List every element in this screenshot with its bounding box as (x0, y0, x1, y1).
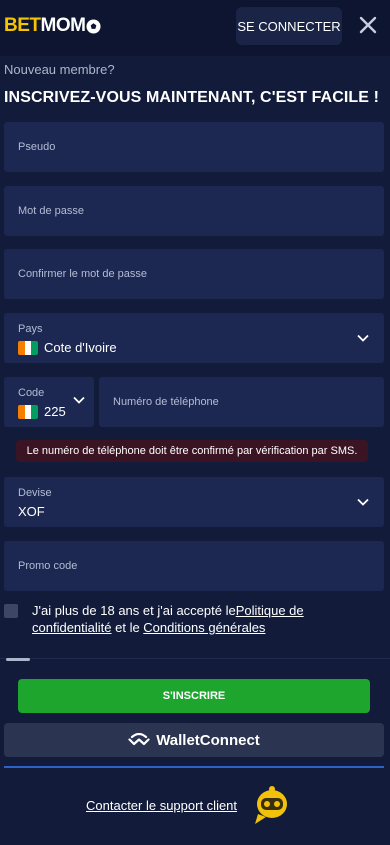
support-link[interactable]: Contacter le support client (86, 798, 237, 813)
betmomo-logo[interactable]: BET MOM (4, 14, 101, 38)
phone-number-field[interactable]: Numéro de téléphone (99, 377, 384, 427)
pseudo-placeholder: Pseudo (18, 141, 56, 153)
phone-placeholder: Numéro de téléphone (113, 396, 219, 408)
blue-separator (4, 766, 384, 768)
currency-select[interactable]: Devise XOF (4, 477, 384, 527)
collapsed-option-bar[interactable] (6, 658, 30, 661)
code-value: 225 (44, 404, 66, 419)
signup-title: INSCRIVEZ-VOUS MAINTENANT, C'EST FACILE … (4, 89, 380, 106)
promo-code-field[interactable]: Promo code (4, 541, 384, 591)
password-field[interactable]: Mot de passe (4, 186, 384, 236)
new-member-subtitle: Nouveau membre? (4, 62, 115, 77)
promo-placeholder: Promo code (18, 560, 78, 572)
login-button[interactable]: SE CONNECTER (236, 7, 342, 45)
password-placeholder: Mot de passe (18, 205, 85, 217)
currency-label: Devise (18, 487, 52, 499)
pseudo-field[interactable]: Pseudo (4, 122, 384, 172)
top-bar: BET MOM SE CONNECTER (0, 0, 390, 56)
country-value: Cote d'Ivoire (44, 340, 117, 355)
phone-code-select[interactable]: Code 225 (4, 377, 94, 427)
conditions-link[interactable]: Conditions générales (143, 620, 265, 635)
close-icon[interactable] (355, 12, 381, 38)
code-label: Code (18, 387, 45, 399)
terms-prefix: J'ai plus de 18 ans et j'ai accepté le (32, 603, 236, 618)
walletconnect-label: WalletConnect (156, 731, 260, 749)
terms-text: J'ai plus de 18 ans et j'ai accepté lePo… (32, 602, 362, 636)
currency-value: XOF (18, 504, 45, 519)
confirm-password-field[interactable]: Confirmer le mot de passe (4, 249, 384, 299)
country-select[interactable]: Pays Cote d'Ivoire (4, 313, 384, 363)
terms-checkbox[interactable] (4, 604, 18, 618)
sms-warning: Le numéro de téléphone doit être confirm… (16, 440, 368, 462)
ivory-coast-flag-icon (18, 404, 38, 419)
signup-button[interactable]: S'INSCRIRE (18, 679, 370, 713)
chevron-down-icon (357, 334, 369, 342)
logo-text-bet: BET (4, 15, 41, 36)
support-bot-icon[interactable] (250, 784, 290, 826)
chevron-down-icon (357, 498, 369, 506)
logo-text-mom: MOM (40, 15, 86, 36)
ivory-coast-flag-icon (18, 340, 38, 355)
confirm-password-placeholder: Confirmer le mot de passe (18, 268, 147, 280)
walletconnect-icon (128, 733, 150, 746)
country-label: Pays (18, 323, 43, 335)
walletconnect-button[interactable]: WalletConnect (4, 723, 384, 757)
football-icon (86, 18, 101, 34)
terms-middle: et le (111, 620, 144, 635)
divider (0, 658, 390, 659)
chevron-down-icon (73, 396, 85, 404)
